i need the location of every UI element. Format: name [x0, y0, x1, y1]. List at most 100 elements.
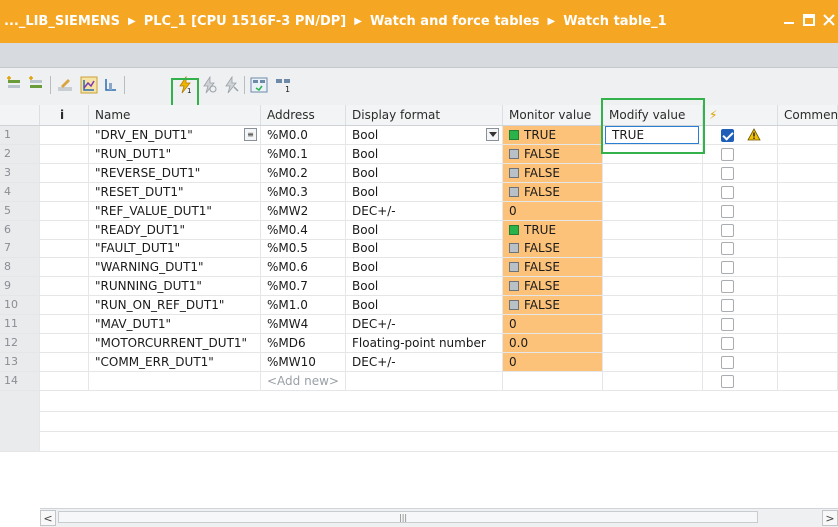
display-format-cell[interactable]: Floating-point number	[346, 333, 503, 352]
modify-value-cell[interactable]	[603, 371, 703, 390]
add-row-icon[interactable]	[27, 76, 45, 94]
display-format-cell[interactable]: DEC+/-	[346, 315, 503, 333]
comment-cell[interactable]	[778, 277, 838, 296]
address-cell[interactable]: <Add new>	[261, 371, 346, 390]
modify-value-cell[interactable]	[603, 182, 703, 201]
comment-cell[interactable]	[778, 163, 838, 182]
modify-value-cell[interactable]	[603, 277, 703, 296]
address-cell[interactable]: %M0.2	[261, 163, 346, 182]
table-row[interactable]: 9 "RUNNING_DUT1" %M0.7 Bool FALSE	[0, 277, 838, 297]
address-cell[interactable]: %MW10	[261, 352, 346, 371]
modify-enable-checkbox[interactable]	[721, 147, 734, 161]
rename-icon[interactable]	[56, 76, 74, 94]
breadcrumb-project[interactable]: ..._LIB_SIEMENS	[4, 14, 120, 29]
modify-flag-cell[interactable]	[703, 296, 778, 315]
modify-flag-cell[interactable]	[703, 277, 778, 296]
comment-cell[interactable]	[778, 371, 838, 390]
address-cell[interactable]: %MD6	[261, 333, 346, 352]
display-format-cell[interactable]: Bool	[346, 144, 503, 163]
modify-value-cell[interactable]	[603, 315, 703, 333]
scroll-thumb[interactable]: |||	[58, 511, 758, 523]
modify-flag-cell[interactable]	[703, 144, 778, 163]
row-number[interactable]: 2	[0, 144, 40, 163]
comment-cell[interactable]	[778, 258, 838, 277]
table-row[interactable]: 13 "COMM_ERR_DUT1" %MW10 DEC+/- 0	[0, 352, 838, 372]
display-format-cell[interactable]: Bool	[346, 220, 503, 239]
modify-enable-checkbox[interactable]	[721, 204, 734, 218]
row-number[interactable]: 4	[0, 182, 40, 201]
row-number[interactable]: 13	[0, 352, 40, 371]
name-cell[interactable]: "MAV_DUT1"	[89, 315, 261, 333]
name-cell[interactable]	[89, 371, 261, 390]
header-display-format[interactable]: Display format	[346, 105, 503, 125]
row-number[interactable]: 3	[0, 163, 40, 182]
address-cell[interactable]: %M0.4	[261, 220, 346, 239]
header-info[interactable]: i	[40, 105, 89, 125]
modify-flag-cell[interactable]	[703, 126, 778, 144]
address-cell[interactable]: %MW2	[261, 201, 346, 220]
address-cell[interactable]: %MW4	[261, 315, 346, 333]
modify-enable-checkbox[interactable]	[721, 166, 734, 180]
modify-flag-cell[interactable]	[703, 239, 778, 258]
table-row[interactable]: 10 "RUN_ON_REF_DUT1" %M1.0 Bool FALSE	[0, 296, 838, 316]
display-format-cell[interactable]: Bool	[346, 163, 503, 182]
name-cell[interactable]: "MOTORCURRENT_DUT1"	[89, 333, 261, 352]
display-format-cell[interactable]: Bool	[346, 182, 503, 201]
name-cell[interactable]: "RUN_ON_REF_DUT1"	[89, 296, 261, 315]
show-advanced-icon[interactable]: 1	[274, 76, 292, 94]
comment-cell[interactable]	[778, 239, 838, 258]
address-cell[interactable]: %M1.0	[261, 296, 346, 315]
scroll-left-icon[interactable]: <	[40, 510, 56, 526]
comment-cell[interactable]	[778, 333, 838, 352]
modify-enable-checkbox[interactable]	[721, 185, 734, 199]
name-cell[interactable]: "FAULT_DUT1"	[89, 239, 261, 258]
table-row[interactable]: 8 "WARNING_DUT1" %M0.6 Bool FALSE	[0, 258, 838, 278]
address-cell[interactable]: %M0.6	[261, 258, 346, 277]
table-row[interactable]: 12 "MOTORCURRENT_DUT1" %MD6 Floating-point …	[0, 333, 838, 353]
scroll-right-icon[interactable]: >	[822, 510, 838, 526]
address-cell[interactable]: %M0.1	[261, 144, 346, 163]
address-cell[interactable]: %M0.3	[261, 182, 346, 201]
name-cell[interactable]: "RESET_DUT1"	[89, 182, 261, 201]
comment-cell[interactable]	[778, 182, 838, 201]
comment-cell[interactable]	[778, 220, 838, 239]
breadcrumb-plc[interactable]: PLC_1 [CPU 1516F-3 PN/DP]	[144, 14, 347, 29]
row-number[interactable]: 1	[0, 126, 40, 144]
modify-enable-checkbox[interactable]	[721, 129, 734, 142]
table-row[interactable]: 14 <Add new>	[0, 371, 838, 391]
modify-value-cell[interactable]	[603, 258, 703, 277]
row-number[interactable]: 10	[0, 296, 40, 315]
restore-icon[interactable]	[802, 13, 816, 27]
insert-row-icon[interactable]	[5, 76, 23, 94]
display-format-cell[interactable]: Bool	[346, 296, 503, 315]
name-cell[interactable]: "READY_DUT1"	[89, 220, 261, 239]
modify-flag-cell[interactable]	[703, 371, 778, 390]
breadcrumb-watch-force-tables[interactable]: Watch and force tables	[370, 14, 540, 29]
modify-enable-checkbox[interactable]	[721, 336, 734, 350]
table-row[interactable]: 4 "RESET_DUT1" %M0.3 Bool FALSE	[0, 182, 838, 202]
monitor-once-icon[interactable]	[102, 76, 120, 94]
modify-enable-checkbox[interactable]	[721, 242, 734, 256]
modify-value-cell[interactable]	[603, 296, 703, 315]
table-row[interactable]: 3 "REVERSE_DUT1" %M0.2 Bool FALSE	[0, 163, 838, 183]
table-row[interactable]: 6 "READY_DUT1" %M0.4 Bool TRUE	[0, 220, 838, 240]
modify-value-cell[interactable]	[603, 163, 703, 182]
table-row[interactable]: 1 "DRV_EN_DUT1" ≡ %M0.0 Bool TRUE TRUE	[0, 126, 838, 145]
modify-enable-checkbox[interactable]	[721, 355, 734, 369]
breadcrumb-watch-table[interactable]: Watch table_1	[563, 14, 666, 29]
modify-enable-checkbox[interactable]	[721, 280, 734, 294]
row-number[interactable]: 14	[0, 371, 40, 390]
comment-cell[interactable]	[778, 315, 838, 333]
horizontal-scrollbar[interactable]: < ||| >	[40, 508, 838, 527]
modify-value-cell[interactable]	[603, 220, 703, 239]
display-format-cell[interactable]: Bool	[346, 126, 503, 144]
address-cell[interactable]: %M0.5	[261, 239, 346, 258]
row-number[interactable]: 11	[0, 315, 40, 333]
comment-cell[interactable]	[778, 201, 838, 220]
modify-flag-cell[interactable]	[703, 163, 778, 182]
modify-flag-cell[interactable]	[703, 315, 778, 333]
header-address[interactable]: Address	[261, 105, 346, 125]
table-row[interactable]: 11 "MAV_DUT1" %MW4 DEC+/- 0	[0, 315, 838, 334]
table-row[interactable]: 7 "FAULT_DUT1" %M0.5 Bool FALSE	[0, 239, 838, 259]
header-comment[interactable]: Comment	[778, 105, 838, 125]
